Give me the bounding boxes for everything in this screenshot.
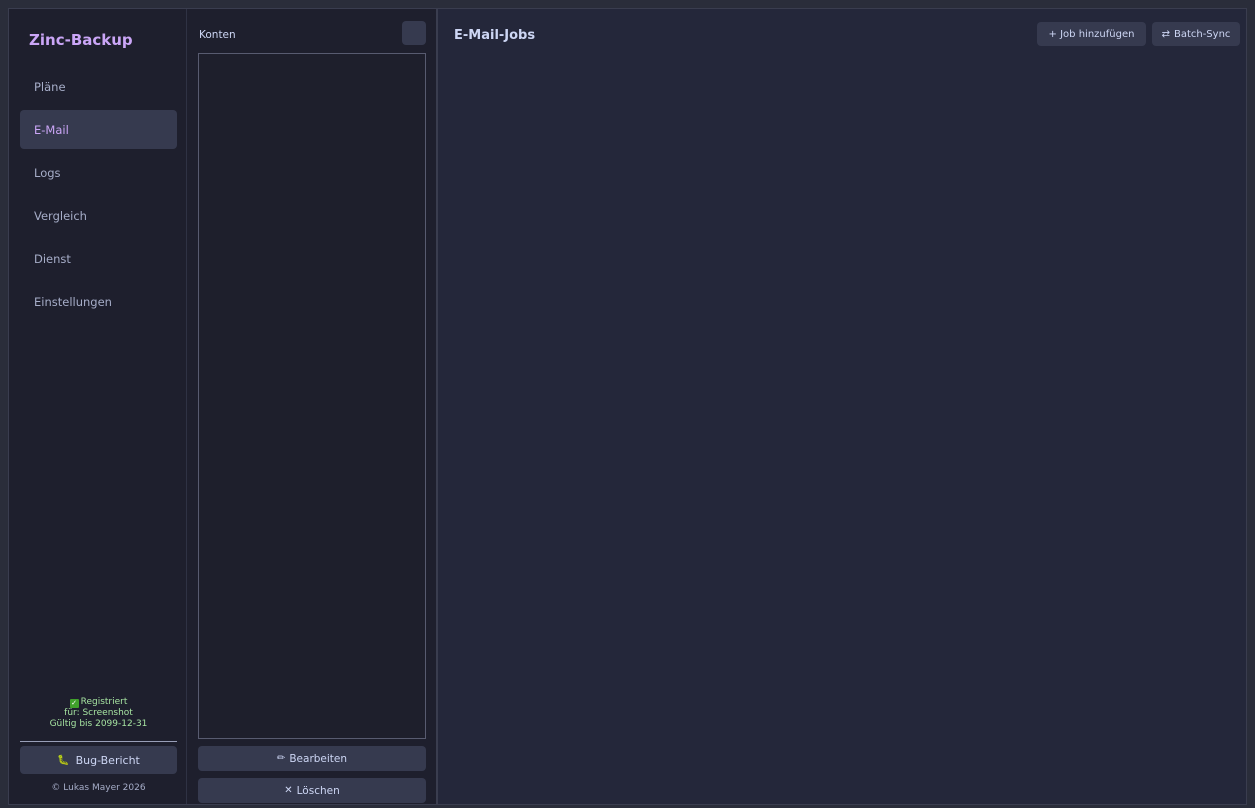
page-title: E-Mail-Jobs [454, 28, 536, 43]
registration-for: für: Screenshot [64, 708, 133, 718]
edit-label: Bearbeiten [289, 752, 348, 765]
registration-info: ✓ Registriert für: Screenshot Gültig bis … [20, 697, 177, 730]
copyright: © Lukas Mayer 2026 [51, 783, 146, 793]
divider [20, 741, 177, 742]
accounts-panel: Konten ✏ Bearbeiten ✕ Löschen [187, 9, 438, 804]
bug-report-button[interactable]: 🐛 Bug-Bericht [20, 746, 177, 774]
delete-label: Löschen [296, 784, 340, 797]
sidebar-item-logs[interactable]: Logs [20, 153, 177, 192]
batch-sync-label: Batch-Sync [1173, 28, 1231, 40]
sidebar-item-plaene[interactable]: Pläne [20, 67, 177, 106]
registration-valid: Gültig bis 2099-12-31 [49, 719, 148, 729]
pencil-icon: ✏ [276, 753, 286, 764]
add-job-button[interactable]: + Job hinzufügen [1037, 22, 1146, 46]
sidebar-item-dienst[interactable]: Dienst [20, 239, 177, 278]
sync-icon: ⇄ [1161, 28, 1170, 40]
main-content: E-Mail-Jobs + Job hinzufügen ⇄ Batch-Syn… [438, 9, 1246, 804]
sidebar-nav: Pläne E-Mail Logs Vergleich Dienst Einst… [20, 67, 177, 325]
edit-button[interactable]: ✏ Bearbeiten [198, 746, 426, 771]
sidebar-item-vergleich[interactable]: Vergleich [20, 196, 177, 235]
bug-icon: 🐛 [57, 754, 70, 766]
accounts-list[interactable] [198, 53, 426, 739]
check-icon: ✓ [69, 699, 79, 708]
delete-button[interactable]: ✕ Löschen [198, 778, 426, 803]
app-window: Zinc-Backup Pläne E-Mail Logs Vergleich … [8, 8, 1247, 805]
bug-report-label: Bug-Bericht [75, 753, 140, 767]
add-account-button[interactable] [402, 21, 426, 45]
batch-sync-button[interactable]: ⇄ Batch-Sync [1152, 22, 1240, 46]
sidebar-item-einstellungen[interactable]: Einstellungen [20, 282, 177, 321]
close-icon: ✕ [284, 785, 293, 796]
accounts-label: Konten [199, 29, 236, 41]
sidebar: Zinc-Backup Pläne E-Mail Logs Vergleich … [9, 9, 187, 804]
registration-status: Registriert [80, 697, 128, 707]
sidebar-item-email[interactable]: E-Mail [20, 110, 177, 149]
app-title: Zinc-Backup [29, 31, 133, 49]
